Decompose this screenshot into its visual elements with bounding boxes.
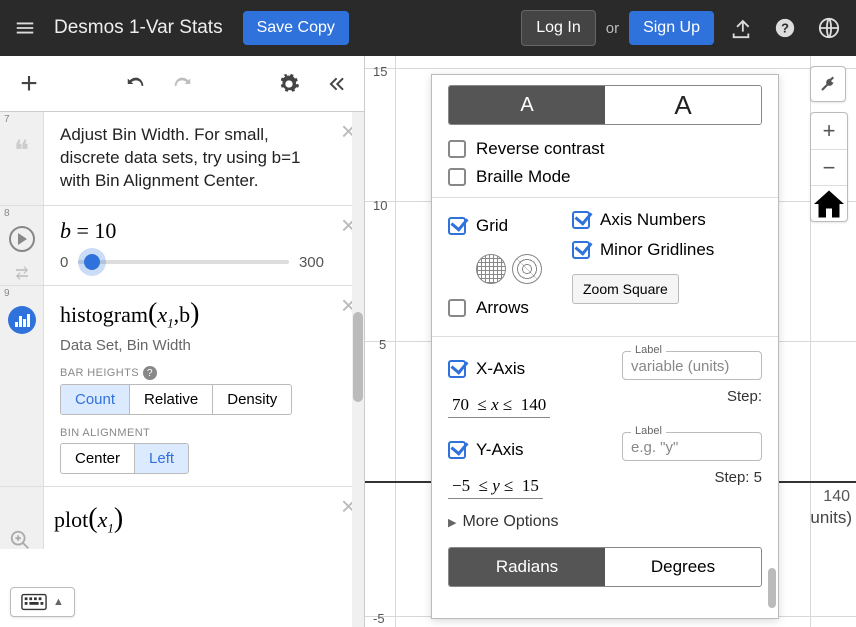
y-range-input[interactable]: −5 ≤ y ≤ 15 bbox=[448, 474, 543, 499]
note-text[interactable]: Adjust Bin Width. For small, discrete da… bbox=[60, 124, 324, 193]
y-tick-5: 5 bbox=[379, 337, 386, 352]
x-axis-checkbox[interactable] bbox=[448, 360, 466, 378]
play-slider-icon[interactable] bbox=[9, 226, 35, 252]
y-axis-checkbox[interactable] bbox=[448, 441, 466, 459]
slider[interactable]: 0 300 bbox=[60, 254, 324, 271]
add-expression-button[interactable]: + bbox=[6, 61, 52, 107]
axis-units: units) bbox=[810, 508, 852, 528]
expression-math[interactable]: plot(x1) bbox=[54, 503, 324, 536]
slider-max[interactable]: 300 bbox=[299, 254, 324, 271]
reverse-contrast-label: Reverse contrast bbox=[476, 139, 605, 159]
more-options-toggle[interactable]: More Options bbox=[448, 513, 762, 531]
arrows-label: Arrows bbox=[476, 298, 529, 318]
expression-row-8[interactable]: 8 × b = 10 0 300 bbox=[0, 206, 364, 286]
slider-thumb[interactable] bbox=[84, 254, 100, 270]
reverse-contrast-checkbox[interactable] bbox=[448, 140, 466, 158]
y-tick-10: 10 bbox=[373, 198, 387, 213]
x-tick-140: 140 bbox=[823, 488, 850, 506]
bar-heights-label: BAR HEIGHTS ? bbox=[60, 366, 324, 380]
keyboard-button[interactable]: ▲ bbox=[10, 587, 75, 617]
bin-alignment-label: BIN ALIGNMENT bbox=[60, 427, 324, 439]
slider-min[interactable]: 0 bbox=[60, 254, 68, 271]
braille-mode-checkbox[interactable] bbox=[448, 168, 466, 186]
expression-list: 7 ❝ × Adjust Bin Width. For small, discr… bbox=[0, 112, 364, 627]
expression-sublabel: Data Set, Bin Width bbox=[60, 337, 324, 354]
help-icon[interactable]: ? bbox=[768, 11, 802, 45]
home-button[interactable] bbox=[811, 185, 847, 221]
minor-gridlines-label: Minor Gridlines bbox=[600, 240, 714, 260]
grid-cartesian-icon[interactable] bbox=[476, 254, 506, 284]
degrees-button[interactable]: Degrees bbox=[605, 548, 761, 586]
save-copy-button[interactable]: Save Copy bbox=[243, 11, 349, 45]
grid-label: Grid bbox=[476, 216, 508, 236]
wrench-icon[interactable] bbox=[810, 66, 846, 102]
globe-icon[interactable] bbox=[812, 11, 846, 45]
grid-checkbox[interactable] bbox=[448, 217, 466, 235]
zoom-square-button[interactable]: Zoom Square bbox=[572, 274, 679, 304]
y-tick-15: 15 bbox=[373, 64, 387, 79]
redo-button[interactable] bbox=[159, 61, 205, 107]
y-axis-label: Y-Axis bbox=[476, 440, 524, 460]
expression-math[interactable]: histogram(x1,b) bbox=[60, 298, 324, 331]
bar-heights-relative[interactable]: Relative bbox=[130, 385, 213, 414]
arrows-checkbox[interactable] bbox=[448, 299, 466, 317]
settings-gear-icon[interactable] bbox=[266, 61, 312, 107]
expression-panel: + 7 ❝ × Adjust Bin Width. For small, dis… bbox=[0, 56, 365, 627]
app-title: Desmos 1-Var Stats bbox=[54, 17, 223, 39]
braille-mode-label: Braille Mode bbox=[476, 167, 571, 187]
histogram-icon[interactable] bbox=[8, 306, 36, 334]
zoom-out-button[interactable]: − bbox=[811, 149, 847, 185]
y-tick-m5: -5 bbox=[373, 611, 385, 626]
graph-settings-panel: A A Reverse contrast Braille Mode Grid A… bbox=[431, 74, 779, 619]
font-large[interactable]: A bbox=[605, 86, 761, 124]
bar-heights-count[interactable]: Count bbox=[61, 385, 130, 414]
row-gutter: 8 bbox=[0, 206, 44, 285]
slider-mode-icon[interactable] bbox=[13, 264, 31, 285]
axis-numbers-checkbox[interactable] bbox=[572, 211, 590, 229]
bar-heights-segment: Count Relative Density bbox=[60, 384, 292, 415]
axis-numbers-label: Axis Numbers bbox=[600, 210, 706, 230]
login-button[interactable]: Log In bbox=[521, 10, 595, 46]
x-label-input[interactable]: Labelvariable (units) bbox=[622, 351, 762, 380]
help-tip-icon[interactable]: ? bbox=[143, 366, 157, 380]
bin-alignment-left[interactable]: Left bbox=[135, 444, 188, 473]
expression-math[interactable]: b = 10 bbox=[60, 218, 324, 244]
x-range-input[interactable]: 70 ≤ x ≤ 140 bbox=[448, 393, 550, 418]
zoom-fit-icon[interactable] bbox=[9, 529, 35, 555]
radians-button[interactable]: Radians bbox=[449, 548, 605, 586]
font-small[interactable]: A bbox=[449, 86, 605, 124]
angle-mode-segment: Radians Degrees bbox=[448, 547, 762, 587]
slider-track[interactable] bbox=[78, 260, 289, 264]
menu-icon[interactable] bbox=[10, 13, 40, 43]
y-label-input[interactable]: Labele.g. "y" bbox=[622, 432, 762, 461]
zoom-in-button[interactable]: + bbox=[811, 113, 847, 149]
settings-scrollbar[interactable] bbox=[768, 85, 776, 608]
y-step-label[interactable]: Step: 5 bbox=[622, 469, 762, 486]
row-gutter: 7 ❝ bbox=[0, 112, 44, 205]
note-icon: ❝ bbox=[14, 134, 29, 167]
x-step-label[interactable]: Step: bbox=[622, 388, 762, 405]
minor-gridlines-checkbox[interactable] bbox=[572, 241, 590, 259]
font-size-segment: A A bbox=[448, 85, 762, 125]
bin-alignment-segment: Center Left bbox=[60, 443, 189, 474]
or-label: or bbox=[606, 20, 619, 37]
bin-alignment-center[interactable]: Center bbox=[61, 444, 135, 473]
share-icon[interactable] bbox=[724, 11, 758, 45]
expression-row-7[interactable]: 7 ❝ × Adjust Bin Width. For small, discr… bbox=[0, 112, 364, 206]
bar-heights-density[interactable]: Density bbox=[213, 385, 291, 414]
collapse-panel-icon[interactable] bbox=[312, 61, 358, 107]
svg-text:?: ? bbox=[781, 21, 789, 36]
x-axis-label: X-Axis bbox=[476, 359, 525, 379]
expression-row-10[interactable]: × plot(x1) bbox=[0, 487, 364, 548]
graph-tools: + − bbox=[810, 66, 848, 222]
undo-button[interactable] bbox=[113, 61, 159, 107]
row-gutter: 9 bbox=[0, 286, 44, 486]
expression-toolbar: + bbox=[0, 56, 364, 112]
app-header: Desmos 1-Var Stats Save Copy Log In or S… bbox=[0, 0, 856, 56]
expression-row-9[interactable]: 9 × histogram(x1,b) Data Set, Bin Width … bbox=[0, 286, 364, 487]
signup-button[interactable]: Sign Up bbox=[629, 11, 714, 45]
expression-scrollbar[interactable] bbox=[352, 112, 364, 627]
grid-polar-icon[interactable] bbox=[512, 254, 542, 284]
